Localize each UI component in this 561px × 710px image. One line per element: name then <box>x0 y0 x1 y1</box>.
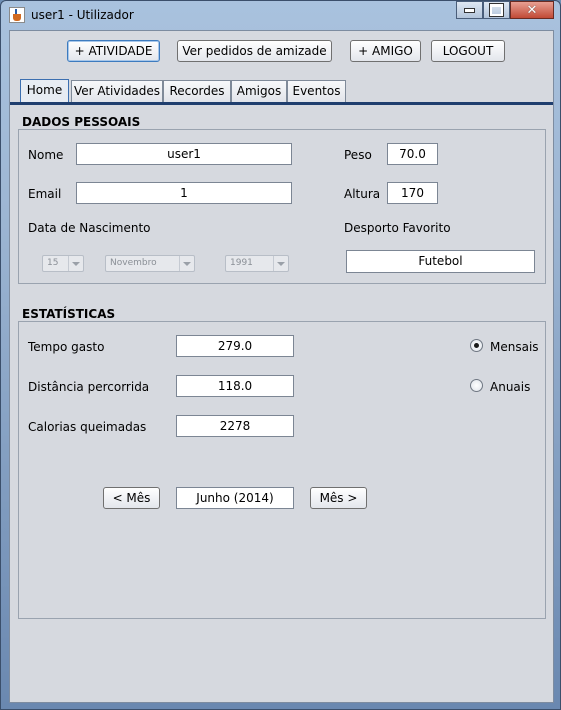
birth-month-select[interactable]: Novembro <box>105 255 195 272</box>
chevron-down-icon <box>179 256 194 271</box>
name-label: Nome <box>28 148 64 162</box>
java-app-icon <box>9 7 25 23</box>
maximize-icon <box>489 3 504 17</box>
distance-field[interactable]: 118.0 <box>176 375 294 397</box>
chevron-down-icon <box>68 256 83 271</box>
tab-ver-atividades[interactable]: Ver Atividades <box>71 80 163 102</box>
height-label: Altura <box>344 187 381 201</box>
height-field[interactable]: 170 <box>387 182 438 204</box>
period-field[interactable]: Junho (2014) <box>176 487 294 509</box>
tab-home[interactable]: Home <box>20 79 69 102</box>
add-friend-button[interactable]: + AMIGO <box>350 40 421 62</box>
application-window: user1 - Utilizador ✕ + ATIVIDADE Ver ped… <box>0 0 561 710</box>
yearly-radio[interactable] <box>470 379 483 392</box>
title-bar[interactable]: user1 - Utilizador ✕ <box>1 1 560 29</box>
minimize-icon <box>464 7 475 13</box>
calories-field[interactable]: 2278 <box>176 415 294 437</box>
distance-label: Distância percorrida <box>28 380 150 394</box>
tab-recordes[interactable]: Recordes <box>163 80 231 102</box>
yearly-label[interactable]: Anuais <box>490 380 530 394</box>
birth-date-label: Data de Nascimento <box>28 221 151 235</box>
tab-eventos[interactable]: Eventos <box>287 80 346 102</box>
chevron-down-icon <box>273 256 288 271</box>
next-month-button[interactable]: Mês > <box>310 487 367 509</box>
time-spent-label: Tempo gasto <box>28 340 105 354</box>
favorite-sport-field[interactable]: Futebol <box>346 250 535 273</box>
monthly-radio[interactable] <box>470 339 483 352</box>
weight-label: Peso <box>344 148 372 162</box>
radio-selected-dot <box>474 343 479 348</box>
close-icon: ✕ <box>526 2 538 18</box>
add-activity-button[interactable]: + ATIVIDADE <box>67 40 160 62</box>
birth-day-select[interactable]: 15 <box>42 255 84 272</box>
window-controls: ✕ <box>456 1 554 20</box>
email-label: Email <box>28 187 62 201</box>
statistics-panel: Tempo gasto 279.0 Distância percorrida 1… <box>18 321 546 619</box>
time-spent-field[interactable]: 279.0 <box>176 335 294 357</box>
monthly-label[interactable]: Mensais <box>490 340 539 354</box>
friend-requests-button[interactable]: Ver pedidos de amizade <box>177 40 332 62</box>
favorite-sport-label: Desporto Favorito <box>344 221 451 235</box>
window-title: user1 - Utilizador <box>31 8 134 22</box>
tab-underline <box>10 102 553 105</box>
content-pane: + ATIVIDADE Ver pedidos de amizade + AMI… <box>9 30 554 703</box>
close-button[interactable]: ✕ <box>510 1 554 19</box>
personal-data-panel: Nome user1 Peso 70.0 Email 1 Altura 170 … <box>18 129 546 284</box>
previous-month-button[interactable]: < Mês <box>103 487 160 509</box>
personal-data-heading: DADOS PESSOAIS <box>22 115 141 129</box>
logout-button[interactable]: LOGOUT <box>431 40 505 62</box>
weight-field[interactable]: 70.0 <box>387 143 438 165</box>
maximize-button[interactable] <box>483 1 510 19</box>
statistics-heading: ESTATÍSTICAS <box>22 307 116 321</box>
calories-label: Calorias queimadas <box>28 420 147 434</box>
name-field[interactable]: user1 <box>76 143 292 165</box>
email-field[interactable]: 1 <box>76 182 292 204</box>
tab-amigos[interactable]: Amigos <box>231 80 287 102</box>
minimize-button[interactable] <box>456 1 483 19</box>
birth-year-select[interactable]: 1991 <box>225 255 289 272</box>
